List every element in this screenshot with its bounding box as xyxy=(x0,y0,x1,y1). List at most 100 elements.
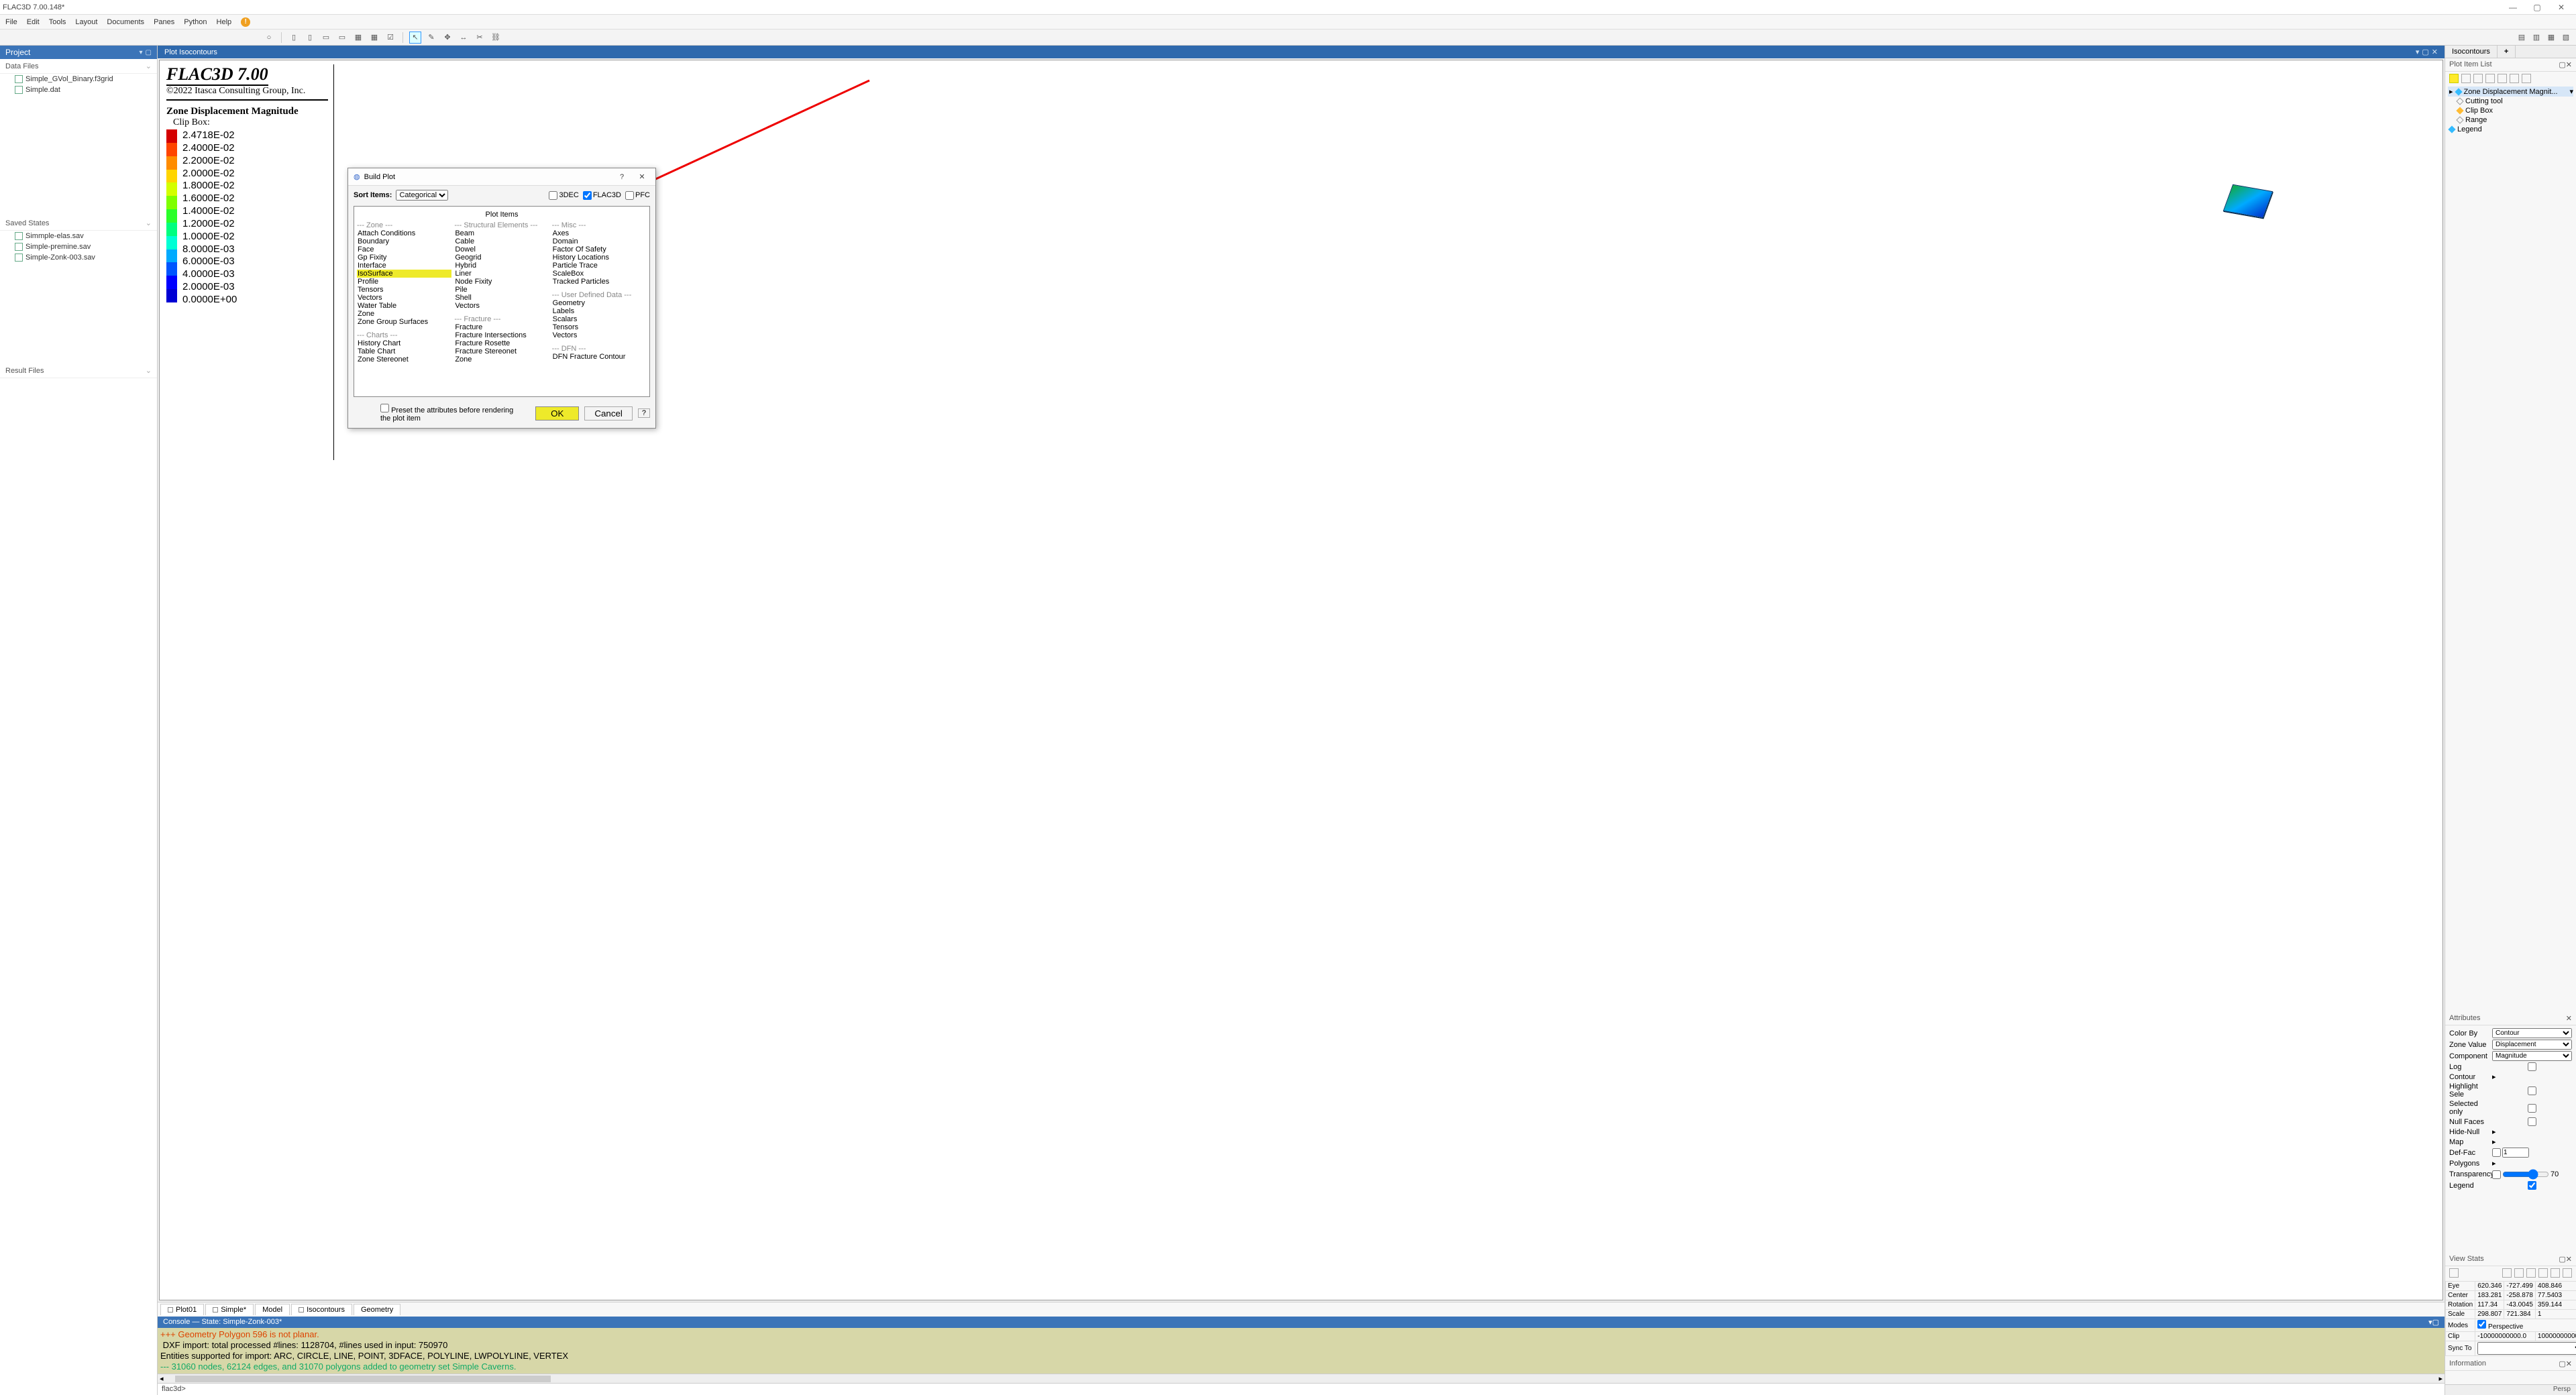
panel-toggle-2-icon[interactable]: ▥ xyxy=(2530,32,2542,44)
plot-item-option[interactable]: Beam xyxy=(454,229,549,237)
attr-log[interactable] xyxy=(2492,1062,2572,1071)
tree-node-range[interactable]: Range xyxy=(2448,115,2573,125)
plot-item-option[interactable]: Boundary xyxy=(357,237,451,245)
dialog-close-button[interactable]: ✕ xyxy=(634,172,650,181)
attr-component[interactable]: Magnitude xyxy=(2492,1051,2572,1061)
sort-items-select[interactable]: Categorical xyxy=(396,190,448,201)
console-scrollbar[interactable]: ◂▸ xyxy=(158,1374,2445,1383)
ok-button[interactable]: OK xyxy=(535,406,579,421)
plot-item-option[interactable]: Scalars xyxy=(552,315,647,323)
delete-icon[interactable] xyxy=(2485,74,2495,83)
preset-checkbox[interactable]: Preset the attributes before rendering t… xyxy=(380,404,525,423)
menu-documents[interactable]: Documents xyxy=(107,18,144,26)
section-close-icon[interactable]: ✕ xyxy=(2566,1014,2572,1023)
section-close-icon[interactable]: ✕ xyxy=(2566,60,2572,69)
chk-flac3d[interactable]: FLAC3D xyxy=(583,191,621,200)
plot-canvas[interactable]: FLAC3D 7.00 ©2022 Itasca Consulting Grou… xyxy=(159,60,2443,1300)
window-maximize-button[interactable]: ▢ xyxy=(2525,3,2549,12)
plot-item-option[interactable]: Vectors xyxy=(454,302,549,310)
tree-node-top[interactable]: ▸Zone Displacement Magnit...▾ xyxy=(2448,87,2573,97)
plot-item-option[interactable]: History Chart xyxy=(357,339,451,347)
plot-item-option[interactable]: Zone xyxy=(454,355,549,364)
plot-item-option[interactable]: Geogrid xyxy=(454,254,549,262)
chk-3dec[interactable]: 3DEC xyxy=(549,191,578,200)
plot-item-option[interactable]: Interface xyxy=(357,262,451,270)
scroll-left-icon[interactable]: ◂ xyxy=(158,1374,166,1383)
layout-2-icon[interactable]: ▯ xyxy=(304,32,316,44)
plot-close-icon[interactable]: ✕ xyxy=(2432,48,2438,56)
globe-icon[interactable]: ○ xyxy=(263,32,275,44)
window-minimize-button[interactable]: — xyxy=(2501,3,2525,12)
result-files-header[interactable]: Result Files ⌄ xyxy=(0,364,157,378)
saved-state-item[interactable]: Simple-premine.sav xyxy=(0,241,157,252)
plot-item-option[interactable]: Hybrid xyxy=(454,262,549,270)
plot-item-option[interactable]: IsoSurface xyxy=(357,270,451,278)
tab-plot01[interactable]: Plot01 xyxy=(160,1304,204,1315)
plot-item-option[interactable]: Tracked Particles xyxy=(552,278,647,286)
plot-item-option[interactable]: Zone Group Surfaces xyxy=(357,318,451,326)
data-file-item[interactable]: Simple.dat xyxy=(0,85,157,95)
plot-item-option[interactable]: Particle Trace xyxy=(552,262,647,270)
duplicate-icon[interactable] xyxy=(2461,74,2471,83)
plot-item-option[interactable]: Geometry xyxy=(552,299,647,307)
pointer-icon[interactable]: ↖ xyxy=(409,32,421,44)
expand-icon[interactable]: ▸ xyxy=(2492,1127,2572,1136)
plot-item-option[interactable]: Fracture xyxy=(454,323,549,331)
tab-geometry[interactable]: Geometry xyxy=(354,1304,400,1315)
plot-collapse-icon[interactable]: ▾ xyxy=(2416,48,2420,56)
attr-trans-slider[interactable] xyxy=(2502,1169,2549,1180)
panel-toggle-1-icon[interactable]: ▤ xyxy=(2516,32,2528,44)
layout-3-icon[interactable]: ▭ xyxy=(320,32,332,44)
tab-add[interactable]: + xyxy=(2498,46,2516,58)
sync-to-select[interactable] xyxy=(2477,1342,2576,1355)
menu-file[interactable]: File xyxy=(5,18,17,26)
chain-icon[interactable]: ⛓ xyxy=(490,32,502,44)
plot-item-option[interactable]: Axes xyxy=(552,229,647,237)
warning-icon[interactable]: ! xyxy=(241,17,250,27)
tree-node-legend[interactable]: Legend xyxy=(2448,125,2573,134)
perspective-check[interactable]: Perspective xyxy=(2477,1323,2523,1331)
plot-item-option[interactable]: Factor Of Safety xyxy=(552,245,647,254)
vs-a-icon[interactable] xyxy=(2526,1268,2536,1278)
scroll-right-icon[interactable]: ▸ xyxy=(2436,1374,2445,1383)
move-icon[interactable]: ✥ xyxy=(441,32,453,44)
plot-item-option[interactable]: Vectors xyxy=(552,331,647,339)
plot-item-option[interactable]: Fracture Rosette xyxy=(454,339,549,347)
menu-help[interactable]: Help xyxy=(217,18,232,26)
section-close-icon[interactable]: ✕ xyxy=(2566,1359,2572,1368)
plot-item-option[interactable]: Table Chart xyxy=(357,347,451,355)
tab-isocontours-right[interactable]: Isocontours xyxy=(2445,46,2498,58)
plot-item-option[interactable]: Node Fixity xyxy=(454,278,549,286)
chk-pfc[interactable]: PFC xyxy=(625,191,650,200)
saved-states-header[interactable]: Saved States ⌄ xyxy=(0,216,157,231)
attr-deffac-val[interactable] xyxy=(2502,1148,2529,1158)
project-float-icon[interactable]: ▢ xyxy=(146,49,152,56)
section-close-icon[interactable]: ✕ xyxy=(2566,1255,2572,1264)
layout-4-icon[interactable]: ▭ xyxy=(336,32,348,44)
plot-item-option[interactable]: Tensors xyxy=(357,286,451,294)
vs-add-icon[interactable] xyxy=(2502,1268,2512,1278)
section-collapse-icon[interactable]: ▢ xyxy=(2559,1255,2565,1264)
attr-highlight-sel[interactable] xyxy=(2492,1086,2572,1095)
add-plot-item-button[interactable] xyxy=(2449,74,2459,83)
cancel-button[interactable]: Cancel xyxy=(584,406,633,421)
plot-float-icon[interactable]: ▢ xyxy=(2422,48,2428,56)
plot-item-option[interactable]: Zone Stereonet xyxy=(357,355,451,364)
tab-model[interactable]: Model xyxy=(255,1304,290,1315)
attr-null-faces[interactable] xyxy=(2492,1117,2572,1126)
paste-icon[interactable] xyxy=(2510,74,2519,83)
console-prompt[interactable]: flac3d> xyxy=(158,1383,2445,1395)
menu-python[interactable]: Python xyxy=(184,18,207,26)
plot-item-option[interactable]: Labels xyxy=(552,307,647,315)
tab-simple[interactable]: Simple* xyxy=(205,1304,254,1315)
plot-item-option[interactable]: Fracture Stereonet xyxy=(454,347,549,355)
plot-item-option[interactable]: Shell xyxy=(454,294,549,302)
panel-toggle-4-icon[interactable]: ▧ xyxy=(2560,32,2572,44)
plot-item-option[interactable]: Domain xyxy=(552,237,647,245)
attr-trans-chk[interactable] xyxy=(2492,1170,2501,1179)
vs-icon[interactable] xyxy=(2449,1268,2459,1278)
plot-item-option[interactable]: Dowel xyxy=(454,245,549,254)
expand-icon[interactable]: ▸ xyxy=(2492,1159,2572,1168)
plot-item-option[interactable]: Water Table xyxy=(357,302,451,310)
move-up-icon[interactable] xyxy=(2473,74,2483,83)
